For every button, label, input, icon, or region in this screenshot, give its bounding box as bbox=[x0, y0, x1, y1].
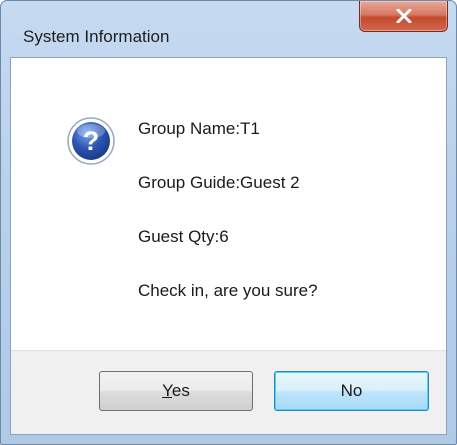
window-title: System Information bbox=[23, 27, 170, 46]
close-button[interactable] bbox=[359, 1, 448, 32]
message-area: ? Group Name:T1 Group Guide:Guest 2 Gues… bbox=[11, 58, 446, 350]
svg-text:?: ? bbox=[83, 126, 100, 156]
title-bar[interactable]: System Information bbox=[1, 1, 456, 46]
confirm-question-text: Check in, are you sure? bbox=[138, 281, 318, 300]
group-guide-text: Group Guide:Guest 2 bbox=[138, 173, 300, 192]
guest-qty-text: Guest Qty:6 bbox=[138, 227, 229, 246]
yes-button[interactable]: Yes bbox=[99, 371, 253, 411]
close-icon bbox=[396, 9, 412, 23]
button-bar: Yes No bbox=[11, 350, 446, 434]
dialog-client-area: ? Group Name:T1 Group Guide:Guest 2 Gues… bbox=[10, 57, 447, 435]
dialog-window: System Information ? Group Name:T1 Group… bbox=[0, 0, 457, 445]
group-name-text: Group Name:T1 bbox=[138, 119, 260, 138]
no-button[interactable]: No bbox=[274, 371, 429, 411]
question-icon: ? bbox=[67, 117, 115, 165]
